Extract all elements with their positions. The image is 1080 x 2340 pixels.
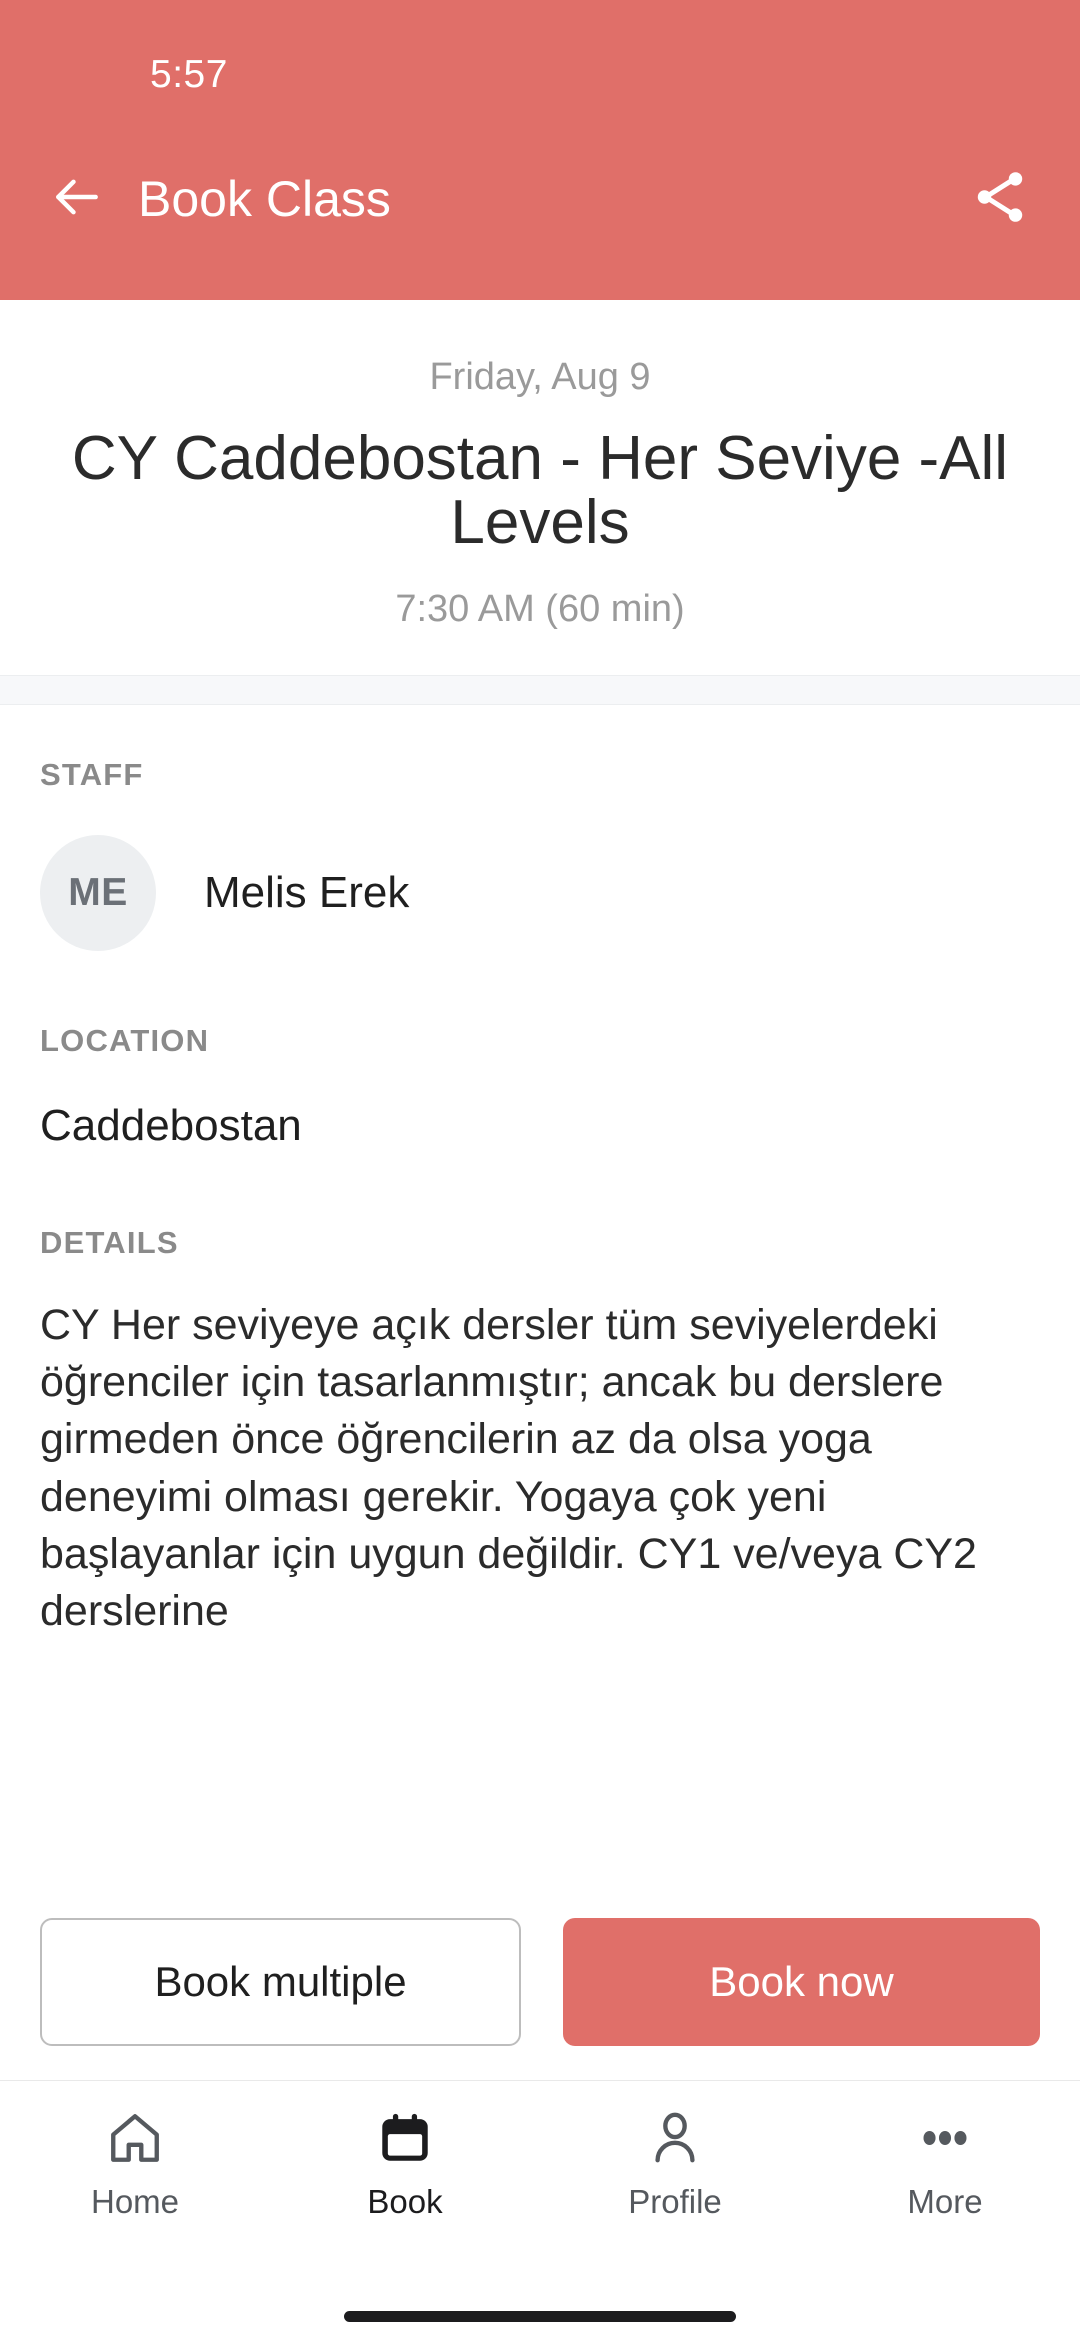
location-value: Caddebostan [40,1100,302,1150]
avatar: ME [40,834,156,951]
page-title: Book Class [138,171,391,227]
status-bar-clock: 5:57 [150,53,228,96]
avatar-initials: ME [68,870,128,914]
nav-item-book[interactable]: Book [270,2107,540,2221]
book-multiple-button[interactable]: Book multiple [40,1918,521,2046]
nav-label-more: More [907,2183,983,2220]
app-bar: 5:57 Book Class [0,0,1080,300]
class-time: 7:30 AM (60 min) [395,587,685,630]
detail-content[interactable]: STAFF ME Melis Erek LOCATION Caddebostan… [0,704,1080,2080]
nav-label-home: Home [90,2183,180,2220]
gesture-pill[interactable] [344,2310,736,2322]
home-icon [104,2107,166,2169]
staff-name: Melis Erek [204,867,410,917]
gesture-bar [0,2292,1080,2340]
book-now-button[interactable]: Book now [563,1918,1040,2046]
share-icon [969,166,1031,233]
nav-label-profile: Profile [628,2183,722,2220]
action-bar: Book multiple Book now [0,1894,1080,2080]
app-bar-row: Book Class [0,124,1080,274]
nav-label-book: Book [367,2183,443,2220]
staff-section-label: STAFF [40,756,144,792]
class-date: Friday, Aug 9 [429,356,651,398]
back-button[interactable] [46,168,108,230]
share-button[interactable] [964,163,1036,235]
details-section-label: DETAILS [40,1224,179,1260]
nav-item-profile[interactable]: Profile [540,2107,810,2221]
staff-row[interactable]: ME Melis Erek [40,834,1040,951]
class-title: CY Caddebostan - Her Seviye -All Levels [71,424,1009,558]
bottom-navigation: Home Book Profile More [0,2080,1080,2292]
class-header: Friday, Aug 9 CY Caddebostan - Her Seviy… [0,300,1080,675]
arrow-left-icon [49,169,105,230]
calendar-icon [374,2107,436,2169]
location-section-label: LOCATION [40,1022,210,1058]
ellipsis-icon [914,2107,976,2169]
nav-item-more[interactable]: More [810,2107,1080,2221]
nav-item-home[interactable]: Home [0,2107,270,2221]
app-screen: 5:57 Book Class Friday, Aug 9 CY Caddebo… [0,0,1080,2340]
details-text: CY Her seviyeye açık dersler tüm seviyel… [40,1300,977,1635]
section-divider [0,674,1080,705]
person-icon [644,2107,706,2169]
